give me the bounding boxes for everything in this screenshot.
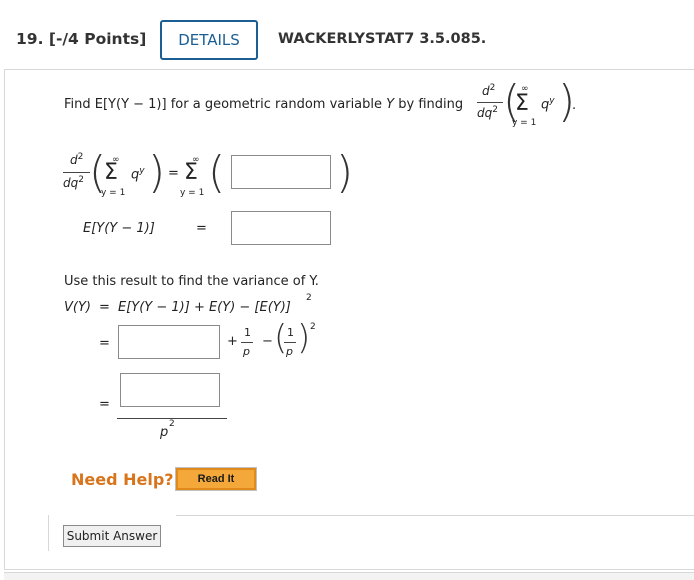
eq-d-numer: d: [70, 153, 78, 167]
variance-answer-input-2[interactable]: [120, 373, 220, 407]
eq-sigma2: Σ: [184, 160, 198, 185]
eq-dq-denom-exp: 2: [78, 175, 84, 185]
intro-text: Find E[Y(Y − 1)] for a geometric random …: [64, 97, 463, 112]
eq-sigma: Σ: [104, 160, 118, 185]
need-help-label: Need Help?: [71, 470, 174, 489]
step1-paren-num: 1: [287, 326, 294, 339]
submit-answer-button[interactable]: Submit Answer: [63, 525, 161, 547]
eq-equals: =: [168, 166, 179, 181]
step1-frac-den: p: [243, 345, 250, 358]
submit-divider: [176, 515, 694, 516]
dq-denom-exp: 2: [492, 105, 498, 115]
question-number: 19. [-/4 Points]: [16, 30, 147, 48]
intro-sum-lower: y = 1: [512, 118, 537, 128]
eq-sum-lower: y = 1: [101, 188, 126, 198]
expectation-label: E[Y(Y − 1)]: [83, 221, 155, 236]
variance-answer-input-1[interactable]: [118, 325, 220, 359]
variance-equals: =: [99, 300, 110, 315]
question-code: WACKERLYSTAT7 3.5.085.: [278, 31, 487, 47]
variance-lhs: V(Y): [64, 300, 91, 315]
eq-q-exp: y: [139, 166, 145, 176]
step2-denominator: p: [160, 425, 169, 440]
eq-d-numer-exp: 2: [77, 152, 84, 162]
eq-inner-rparen: ): [336, 147, 354, 198]
variance-rhs: E[Y(Y − 1)] + E(Y) − [E(Y)]: [118, 300, 291, 315]
derivative-answer-input[interactable]: [231, 155, 331, 189]
eq-dq-denom: dq: [63, 176, 79, 190]
step2-denominator-exp: 2: [169, 419, 175, 429]
intro-q-exp: y: [549, 96, 555, 106]
expectation-answer-input[interactable]: [231, 211, 331, 245]
step1-frac-num: 1: [244, 326, 251, 339]
intro-var-y: Y: [386, 97, 395, 112]
d-numer-exp: 2: [489, 83, 496, 93]
intro-text-a: Find E[Y(Y − 1)] for a geometric random …: [64, 97, 387, 112]
eq-rparen: ): [148, 147, 166, 198]
variance-rhs-exp: 2: [306, 293, 312, 303]
dq-denom: dq: [477, 106, 493, 120]
intro-sigma: Σ: [515, 91, 529, 116]
details-button[interactable]: DETAILS: [160, 20, 258, 60]
intro-text-b: by finding: [394, 97, 464, 112]
step1-equals: =: [99, 336, 110, 351]
next-question-strip: [4, 572, 694, 580]
use-result-text: Use this result to find the variance of …: [64, 274, 319, 289]
step1-minus: −: [262, 334, 273, 349]
eq-inner-lparen: (: [208, 147, 226, 198]
eq-sum2-lower: y = 1: [180, 188, 205, 198]
step1-rparen: ): [297, 318, 311, 358]
expectation-equals: =: [196, 221, 207, 236]
submit-divider-left: [48, 515, 49, 551]
step1-paren-exp: 2: [310, 322, 316, 332]
d-numer: d: [482, 84, 490, 98]
read-it-button[interactable]: Read It: [175, 467, 257, 491]
step2-equals: =: [99, 397, 110, 412]
step1-paren-den: p: [286, 345, 293, 358]
step1-plus: +: [227, 334, 238, 349]
intro-period: .: [572, 98, 577, 113]
